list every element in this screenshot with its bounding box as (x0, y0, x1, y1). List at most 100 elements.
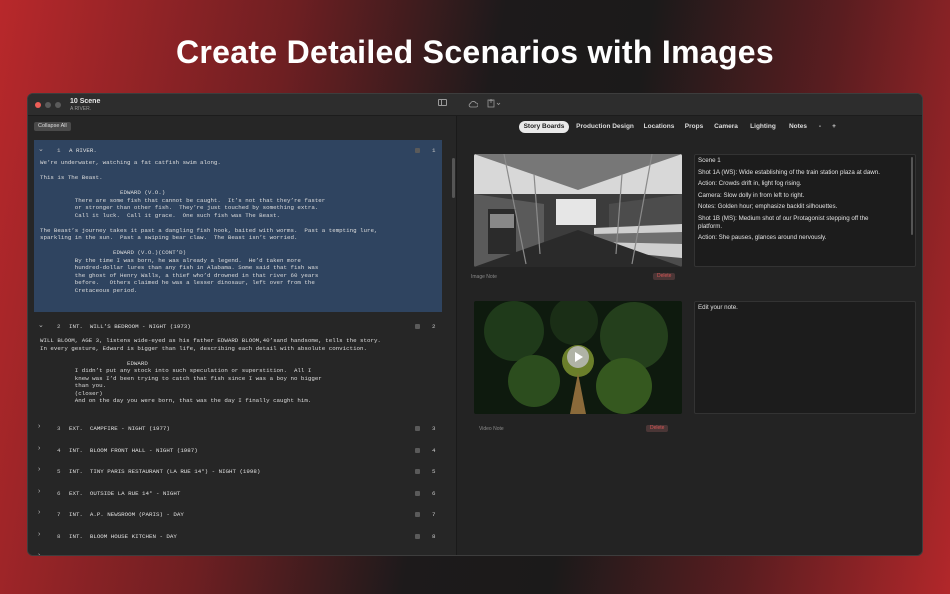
script-pane: Collapse All ⌄ 1 A RIVER. 1 We’re underw… (28, 116, 456, 556)
chevron-right-icon[interactable]: › (38, 509, 40, 516)
chevron-down-icon[interactable]: ⌄ (38, 321, 44, 329)
video-note-label: Video Note (479, 426, 504, 432)
chevron-right-icon[interactable]: › (38, 445, 40, 452)
delete-image-button[interactable]: Delete (653, 273, 676, 280)
note-line: Action: Crowds drift in, light fog risin… (698, 180, 802, 187)
video-note-editor[interactable]: Edit your note. (694, 301, 916, 414)
script-line: (closer) (40, 389, 103, 397)
tab-production-design[interactable]: Production Design (574, 121, 636, 133)
window-title: 10 Scene (70, 98, 101, 105)
scene-heading: A RIVER. (69, 147, 97, 154)
scene-heading[interactable]: INT. TINY PARIS RESTAURANT (LA RUE 14°) … (69, 468, 260, 475)
tab-notes[interactable]: Notes (785, 121, 811, 133)
scene-number: 3 (57, 425, 61, 432)
scene-number: 2 (57, 323, 61, 330)
chevron-right-icon[interactable]: › (38, 488, 40, 495)
script-line: Call it luck. Call it grace. One such fi… (40, 211, 281, 219)
scene-page-number: 9 (432, 554, 435, 555)
scene-checkbox[interactable] (415, 512, 420, 517)
zoom-window-button[interactable] (55, 102, 61, 108)
scene-page-number: 8 (432, 532, 436, 540)
script-line: And on the day you were born, that was t… (40, 397, 312, 404)
script-line: The Beast’s journey takes it past a dang… (40, 226, 378, 234)
scene-page-number: 4 (432, 446, 436, 454)
image-note-editor[interactable]: Scene 1 Shot 1A (WS): Wide establishing o… (694, 154, 916, 267)
scene-number: 4 (57, 446, 61, 454)
scene-checkbox[interactable] (415, 469, 420, 474)
storyboard-video-forest[interactable] (474, 301, 682, 414)
close-window-button[interactable] (35, 102, 41, 108)
scene-heading[interactable]: EXT. OUTSIDE LA RUE 14° - NIGHT (69, 490, 180, 497)
scene-checkbox[interactable] (415, 533, 420, 539)
script-line: This is The Beast. (40, 174, 103, 181)
tab-props[interactable]: Props (682, 121, 706, 133)
script-line: EDWARD (V.O.)(CONT’D) (40, 249, 187, 256)
title-bar: 10 Scene A RIVER. (28, 94, 922, 116)
chevron-right-icon[interactable]: › (38, 531, 40, 538)
chevron-right-icon[interactable]: › (38, 466, 40, 473)
scene-number: 8 (57, 532, 61, 540)
minimize-window-button[interactable] (45, 102, 51, 108)
scene-checkbox[interactable] (415, 426, 420, 431)
scene-number: 7 (57, 511, 61, 518)
script-line: EDWARD (40, 359, 148, 367)
script-line: the ghost of Henry Walls, a thief who’d … (40, 271, 319, 279)
script-line: We’re underwater, watching a fat catfish… (40, 159, 221, 166)
image-note-label: Image Note (471, 274, 497, 280)
note-line: Scene 1 (698, 157, 721, 164)
note-line: Action: She pauses, glances around nervo… (698, 234, 827, 241)
scene-checkbox[interactable] (415, 148, 420, 153)
chevron-down-icon[interactable]: ⌄ (38, 145, 44, 153)
headline: Create Detailed Scenarios with Images (176, 34, 774, 70)
scene-checkbox[interactable] (415, 490, 420, 496)
note-line: Camera: Slow dolly in from left to right… (698, 191, 805, 199)
script-line: EDWARD (V.O.) (40, 189, 166, 196)
chevron-right-icon[interactable]: › (38, 552, 40, 555)
scene-number: 1 (57, 147, 61, 154)
sidebar-toggle-icon[interactable] (438, 99, 447, 106)
script-scrollbar[interactable] (452, 158, 455, 198)
tab-camera[interactable]: Camera (711, 121, 741, 133)
app-window: 10 Scene A RIVER. Collapse All ⌄ 1 A RIV… (27, 93, 923, 556)
scene-heading[interactable]: INT. BLOOM FRONT HALL - NIGHT (1987) (69, 447, 198, 454)
tab-lighting[interactable]: Lighting (747, 121, 779, 133)
add-tab-button[interactable]: + (829, 121, 839, 133)
window-subtitle: A RIVER. (70, 106, 92, 112)
video-note-text[interactable]: Edit your note. (698, 304, 738, 312)
script-line: Cretaceous period. (40, 286, 138, 294)
cloud-icon[interactable] (468, 100, 478, 108)
scene-heading[interactable]: INT. BLOOM HOUSE MASTER BEDROOM - NIGHT (69, 554, 208, 555)
script-line: than you. (40, 382, 107, 389)
storyboard-image-train-station[interactable] (474, 154, 682, 267)
scene-number: 6 (57, 489, 61, 497)
note-line: platform. (698, 222, 723, 230)
storyboard-pane: Story Boards Production Design Locations… (457, 116, 922, 555)
scene-heading[interactable]: INT. A.P. NEWSROOM (PARIS) - DAY (69, 511, 184, 518)
scene-heading[interactable]: INT. BLOOM HOUSE KITCHEN - DAY (69, 533, 177, 540)
scene-checkbox[interactable] (415, 447, 420, 453)
remove-tab-button[interactable]: - (815, 121, 825, 133)
note-scrollbar[interactable] (911, 157, 913, 235)
scene-number: 9 (57, 554, 60, 555)
script-line: I didn’t put any stock into such specula… (40, 367, 312, 374)
scene-page-number: 1 (432, 147, 436, 154)
collapse-all-button[interactable]: Collapse All (34, 122, 71, 131)
script-line: before. Others claimed he was a lesser d… (40, 279, 315, 286)
note-line: Notes: Golden hour; emphasize backlit si… (698, 203, 838, 210)
scene-page-number: 6 (432, 489, 436, 497)
script-line: or stronger than other fish. They’re jus… (40, 204, 319, 211)
tab-story-boards[interactable]: Story Boards (519, 121, 569, 133)
delete-video-button[interactable]: Delete (646, 425, 669, 432)
scene-checkbox[interactable] (415, 324, 420, 329)
scene-heading[interactable]: EXT. CAMPFIRE - NIGHT (1977) (69, 425, 170, 432)
chevron-right-icon[interactable]: › (38, 423, 40, 430)
scene-page-number: 2 (432, 323, 436, 330)
tab-locations[interactable]: Locations (641, 121, 677, 133)
scene-page-number: 7 (432, 511, 436, 518)
export-menu-icon[interactable] (487, 99, 501, 108)
script-line: There are some fish that cannot be caugh… (40, 196, 326, 204)
script-line: sparkling in the sun. Past a swiping bea… (40, 234, 298, 241)
scene-checkbox[interactable] (415, 555, 420, 556)
note-line: Shot 1B (MS): Medium shot of our Protago… (698, 214, 869, 222)
scene-page-number: 3 (432, 425, 436, 432)
